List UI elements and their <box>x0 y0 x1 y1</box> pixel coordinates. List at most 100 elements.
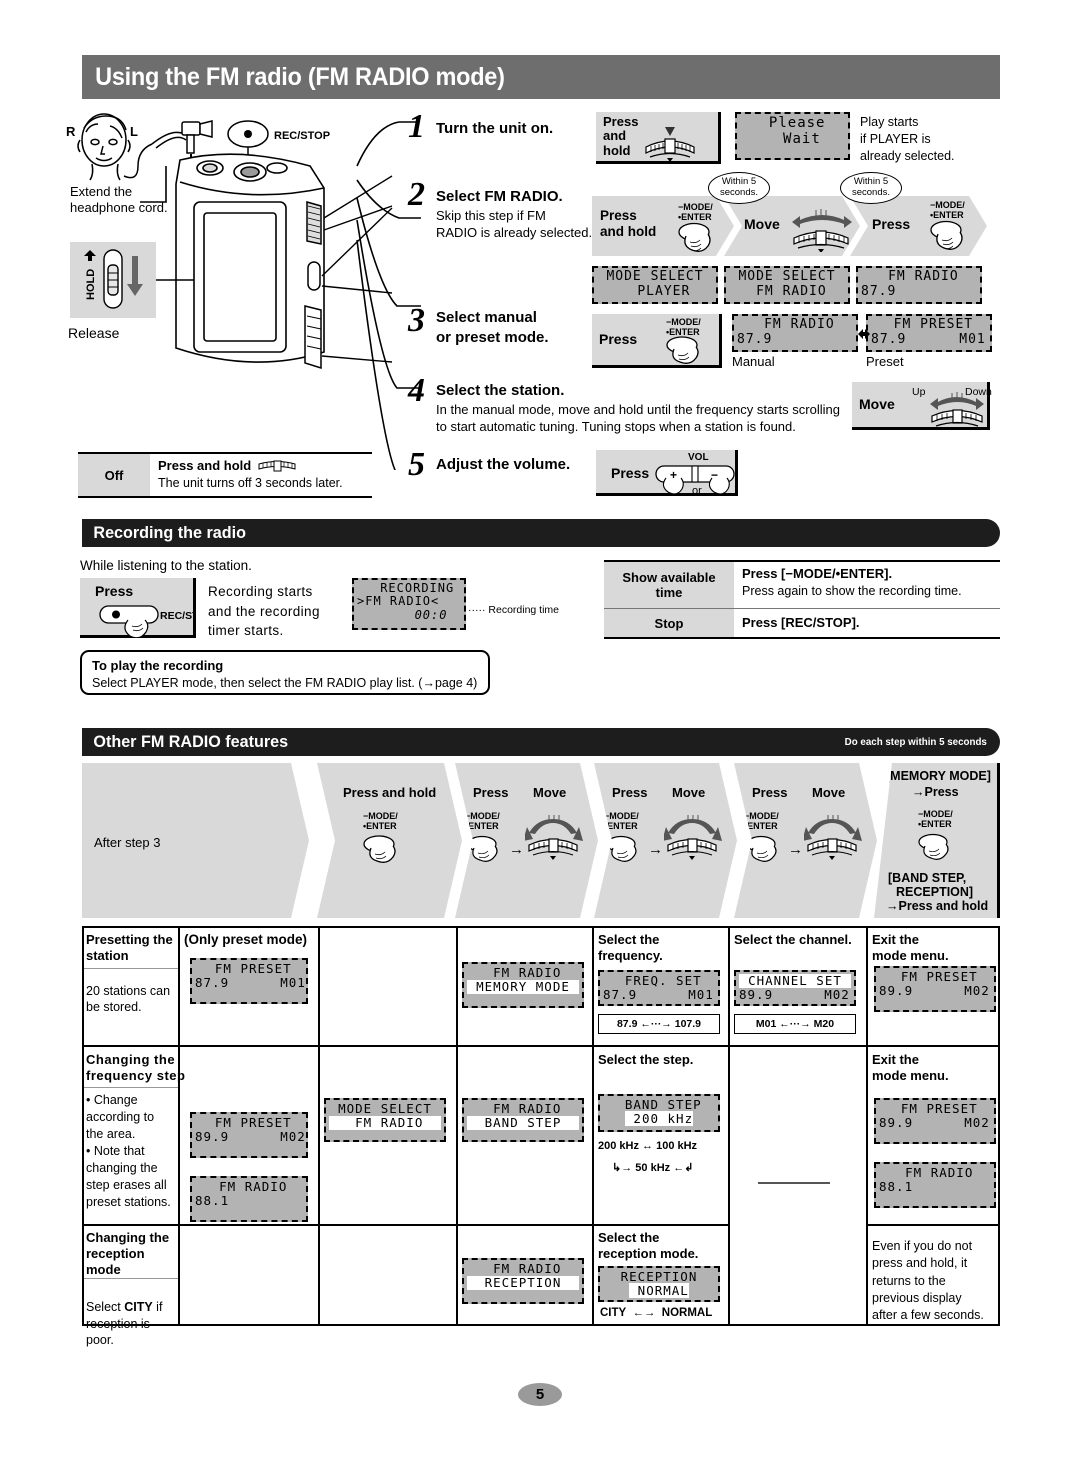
mode-enter-label-2b: −MODE/ •ENTER <box>930 200 965 221</box>
play-recording-body: Select PLAYER mode, then select the FM R… <box>92 675 478 690</box>
display-row2-mode-select: MODE SELECT FM RADIO <box>324 1098 446 1142</box>
feature-header-col-5: Press Move −MODE/ •ENTER → <box>734 763 877 918</box>
preset-caption: Preset <box>866 354 904 369</box>
mode-enter-label-f3: −MODE/ •ENTER <box>465 811 500 832</box>
within-5-seconds-bubble-2: Within 5 seconds. <box>840 172 902 204</box>
row1-subtitle: 20 stations can be stored. <box>86 984 171 1015</box>
within-5-seconds-bubble-1: Within 5 seconds. <box>708 172 770 204</box>
move-box-step4[interactable]: Move Up Down <box>852 382 992 430</box>
jog-lever-small-icon <box>258 460 296 472</box>
table-subdivider-r2 <box>84 1087 178 1088</box>
display-row2-band-step: FM RADIO BAND STEP <box>462 1098 584 1142</box>
display-recording: RECORDING >FM RADIO< 00:0 <box>352 578 466 630</box>
table-row-divider-1 <box>82 1045 1000 1047</box>
display-row2-fm-preset: FM PRESET 89.9 M02 <box>190 1112 308 1158</box>
table-row: Show available time Press [−MODE/•ENTER]… <box>604 562 1000 609</box>
display-row1-channel-set: CHANNEL SET 89.9 M02 <box>734 970 856 1006</box>
bidirectional-arrow-icon <box>858 329 870 339</box>
row3-reception-range: CITY ←→ NORMAL <box>600 1307 713 1319</box>
table-divider-4 <box>592 926 594 1326</box>
band-step-label-1: [BAND STEP, <box>888 871 967 885</box>
display-please-wait: Please Wait <box>735 112 850 160</box>
page-title: Using the FM radio (FM RADIO mode) <box>95 62 505 91</box>
move-box-step2[interactable]: Move <box>724 196 860 256</box>
band-step-press-hold: →Press and hold <box>886 899 989 913</box>
press-and-hold-box-step2[interactable]: Press and hold −MODE/ •ENTER <box>592 196 734 256</box>
table-row-divider-2b <box>866 1224 1000 1226</box>
step-2-head: Select FM RADIO. <box>436 188 563 205</box>
row2-step-range-2: ↳→ 50 kHz ←↲ <box>612 1162 694 1174</box>
row3-subtitle: Select CITY if reception is poor. <box>86 1300 163 1347</box>
table-subdivider-r1 <box>84 968 178 969</box>
step-4-body: In the manual mode, move and hold until … <box>436 402 840 434</box>
finger-press-icon-f3 <box>467 835 507 869</box>
manual-caption: Manual <box>732 354 775 369</box>
display-row2-band-step-200: BAND STEP 200 kHz <box>598 1094 720 1132</box>
press-header-4: Press <box>612 785 648 800</box>
show-time-note: Press again to show the recording time. <box>742 583 962 598</box>
press-and-hold-box-step1[interactable]: Press and hold <box>596 112 721 164</box>
finger-press-icon-2 <box>678 222 724 256</box>
mode-enter-label-2: −MODE/ •ENTER <box>678 202 713 223</box>
press-label-3: Press <box>599 330 638 347</box>
press-label-5: Press <box>611 465 650 481</box>
step-5-number: 5 <box>408 446 425 483</box>
play-recording-title: To play the recording <box>92 658 224 673</box>
channel-l-label: L <box>130 124 138 139</box>
press-box-step2b[interactable]: Press −MODE/ •ENTER <box>850 196 987 256</box>
play-recording-note: To play the recording Select PLAYER mode… <box>80 650 490 695</box>
row1-only-preset: (Only preset mode) <box>184 932 308 947</box>
feature-header-col-2: Press and hold −MODE/ •ENTER <box>317 763 462 918</box>
volume-box-step5[interactable]: Press VOL + − or <box>596 450 738 497</box>
move-label-4: Move <box>859 395 895 412</box>
recording-options-table: Show available time Press [−MODE/•ENTER]… <box>604 560 1000 639</box>
off-description: The unit turns off 3 seconds later. <box>158 475 343 490</box>
row3-title: Changing the reception mode <box>86 1230 170 1277</box>
step-4-head: Select the station. <box>436 382 565 399</box>
row3-c4-head: Select the reception mode. <box>598 1230 699 1262</box>
display-mode-select-player: MODE SELECT PLAYER <box>592 266 718 304</box>
hold-label: HOLD <box>85 269 97 300</box>
rec-stop-press-box[interactable]: Press REC/STOP <box>80 578 196 638</box>
press-header-5: Press <box>752 785 788 800</box>
step-4-number: 4 <box>408 372 425 409</box>
memory-mode-label: [MEMORY MODE] <box>886 769 991 783</box>
step-2-number: 2 <box>408 176 425 213</box>
press-and-hold-label-2: Press and hold <box>600 208 657 239</box>
row2-title: Changing the frequency step <box>86 1052 186 1083</box>
feature-header-col-3: Press Move −MODE/ •ENTER → <box>455 763 598 918</box>
display-row1-freq-set: FREQ. SET 87.9 M01 <box>598 970 720 1006</box>
display-row3-reception-normal: RECEPTION NORMAL <box>598 1266 720 1302</box>
move-up-label: Up <box>912 386 926 398</box>
finger-press-icon-3 <box>666 336 699 364</box>
arrow-right-icon-f4: → <box>648 841 663 858</box>
jog-lever-updown-icon <box>930 392 984 430</box>
after-step-3-label: After step 3 <box>94 835 161 850</box>
row1-c5-head: Select the channel. <box>734 932 852 947</box>
table-divider-5 <box>728 926 730 1326</box>
off-press-hold: Press and hold <box>158 458 364 475</box>
press-box-step3[interactable]: Press −MODE/ •ENTER <box>592 314 722 368</box>
step-3-head: Select manual or preset mode. <box>436 309 549 347</box>
table-row: Stop Press [REC/STOP]. <box>604 609 1000 637</box>
page-title-bar: Using the FM radio (FM RADIO mode) <box>82 55 1000 99</box>
step-2-body: Skip this step if FM RADIO is already se… <box>436 208 593 240</box>
display-row2-fm-radio: FM RADIO 88.1 <box>190 1176 308 1222</box>
move-header-5: Move <box>812 785 846 800</box>
move-label-2: Move <box>744 216 780 232</box>
mode-enter-label-f5: −MODE/ •ENTER <box>744 811 779 832</box>
display-mode-select-fmradio: MODE SELECT FM RADIO <box>724 266 850 304</box>
features-section-title: Other FM RADIO features <box>93 732 289 751</box>
row2-c4-head: Select the step. <box>598 1052 694 1067</box>
step-1-head: Turn the unit on. <box>436 120 554 137</box>
press-label-2b: Press <box>872 216 911 232</box>
off-table: Off Press and hold The unit turns off 3 … <box>78 452 372 498</box>
finger-press-icon-f4 <box>606 835 646 869</box>
features-section-note: Do each step within 5 seconds <box>844 736 987 748</box>
row2-c5-dash <box>758 1182 830 1184</box>
features-section-bar: Other FM RADIO features Do each step wit… <box>82 728 1000 756</box>
manual-page: Using the FM radio (FM RADIO mode) R L R… <box>0 0 1080 1470</box>
display-fm-radio-879-manual: FM RADIO 87.9 <box>732 314 858 352</box>
jog-lever-down-icon <box>645 114 696 161</box>
jog-lever-rotate-icon-f5 <box>804 815 862 861</box>
